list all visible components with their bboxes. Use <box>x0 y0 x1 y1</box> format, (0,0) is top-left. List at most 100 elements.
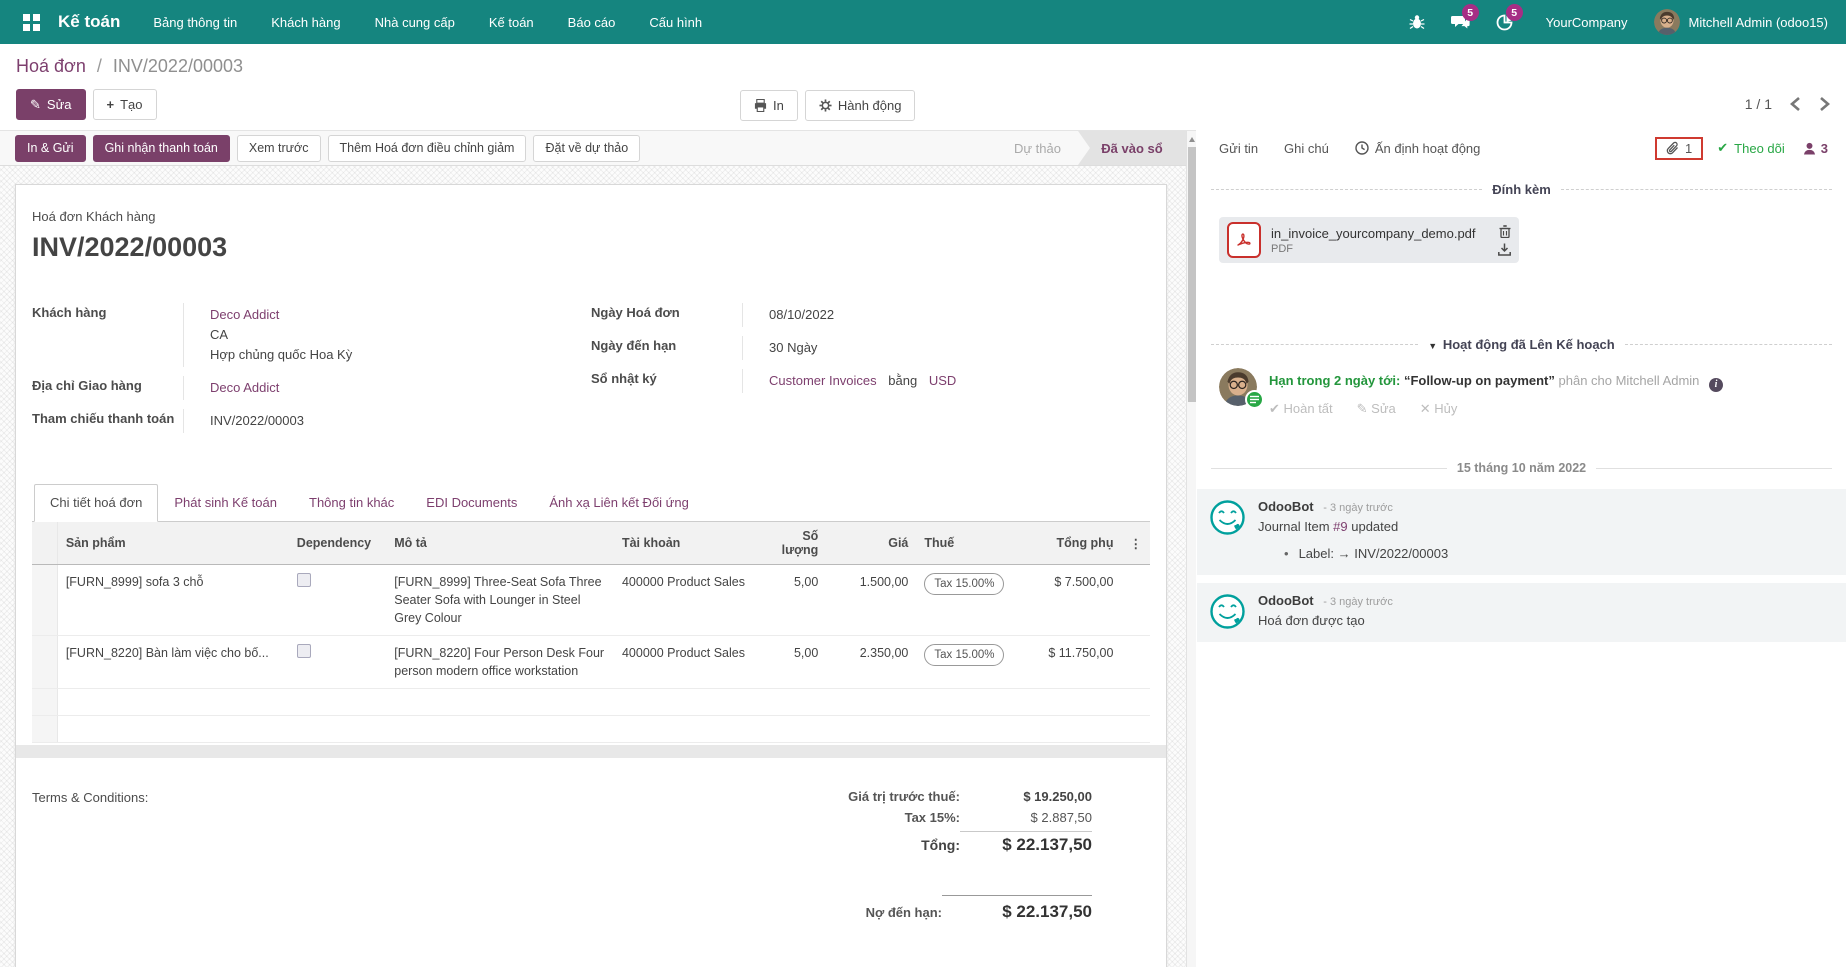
row-handle[interactable] <box>32 565 57 636</box>
pager-next-button[interactable] <box>1819 97 1830 111</box>
nav-item-accounting[interactable]: Kế toán <box>474 0 549 44</box>
date-separator: 15 tháng 10 năm 2022 <box>1197 461 1846 475</box>
user-menu[interactable]: Mitchell Admin (odoo15) <box>1650 9 1832 35</box>
check-icon: ✔ <box>1717 140 1728 156</box>
nav-item-customers[interactable]: Khách hàng <box>256 0 355 44</box>
pager: 1 / 1 <box>1745 96 1830 112</box>
activity-edit-button[interactable]: ✎ Sửa <box>1357 401 1396 417</box>
tax-column-header[interactable]: Thuế <box>916 522 1027 565</box>
subtotal-column-header[interactable]: Tổng phụ <box>1027 522 1121 565</box>
debug-button[interactable] <box>1398 0 1436 44</box>
message-body: Journal Item #9 updated <box>1258 519 1448 534</box>
journal-link[interactable]: Customer Invoices <box>769 373 877 388</box>
download-attachment-button[interactable] <box>1498 243 1511 256</box>
pager-previous-button[interactable] <box>1790 97 1801 111</box>
activities-button[interactable]: 5 <box>1486 0 1524 44</box>
app-brand[interactable]: Kế toán <box>52 12 134 32</box>
add-credit-note-button[interactable]: Thêm Hoá đơn điều chỉnh giảm <box>328 135 527 162</box>
account-column-header[interactable]: Tài khoản <box>614 522 758 565</box>
totals-block: Giá trị trước thuế: $ 19.250,00 Tax 15%:… <box>692 786 1092 925</box>
description-column-header[interactable]: Mô tả <box>386 522 614 565</box>
stage-posted[interactable]: Đã vào sổ <box>1078 131 1186 165</box>
activity-cancel-button[interactable]: ✕ Hủy <box>1420 401 1458 417</box>
chevron-left-icon <box>1790 97 1801 111</box>
customer-link[interactable]: Deco Addict <box>210 307 279 322</box>
cell-account: 400000 Product Sales <box>614 565 758 636</box>
stage-draft[interactable]: Dự thảo <box>1004 131 1071 165</box>
table-row[interactable]: [FURN_8999] sofa 3 chỗ [FURN_8999] Three… <box>32 565 1150 636</box>
activity-done-button[interactable]: ✔ Hoàn tất <box>1269 401 1333 417</box>
nav-item-dashboard[interactable]: Bảng thông tin <box>138 0 252 44</box>
tab-counterpart-mapping[interactable]: Ánh xạ Liên kết Đối ứng <box>533 484 705 521</box>
activity-due: Hạn trong 2 ngày tới: <box>1269 373 1400 388</box>
empty-table-row <box>32 716 1150 743</box>
product-column-header[interactable]: Sản phẩm <box>57 522 288 565</box>
scrollbar-up-arrow[interactable] <box>1188 136 1196 144</box>
optional-columns-button[interactable]: ⋮ <box>1121 522 1150 565</box>
company-switcher[interactable]: YourCompany <box>1530 15 1644 30</box>
dependency-column-header[interactable]: Dependency <box>289 522 386 565</box>
tab-other-info[interactable]: Thông tin khác <box>293 484 410 521</box>
register-payment-button[interactable]: Ghi nhận thanh toán <box>93 135 230 162</box>
nav-item-vendors[interactable]: Nhà cung cấp <box>360 0 470 44</box>
follow-button[interactable]: ✔ Theo dõi <box>1717 140 1785 156</box>
attachment-card[interactable]: in_invoice_yourcompany_demo.pdf PDF <box>1219 217 1519 263</box>
send-and-print-button[interactable]: In & Gửi <box>15 135 86 162</box>
messages-button[interactable]: 5 <box>1442 0 1480 44</box>
planned-activities-title[interactable]: ▼ Hoạt động đã Lên Kế hoạch <box>1428 337 1614 352</box>
dependency-checkbox[interactable] <box>297 573 311 587</box>
dependency-checkbox[interactable] <box>297 644 311 658</box>
action-menu-button[interactable]: Hành động <box>805 90 916 121</box>
cell-description: [FURN_8220] Four Person Desk Four person… <box>386 636 614 689</box>
edit-button[interactable]: ✎ Sửa <box>16 89 86 120</box>
row-handle[interactable] <box>32 636 57 689</box>
tab-edi-documents[interactable]: EDI Documents <box>410 484 533 521</box>
tax-tag: Tax 15.00% <box>924 573 1004 595</box>
followers-button[interactable]: 3 <box>1803 141 1828 156</box>
attachments-title[interactable]: Đính kèm <box>1492 182 1551 197</box>
log-note-button[interactable]: Ghi chú <box>1284 141 1329 156</box>
cell-subtotal: $ 11.750,00 <box>1027 636 1121 689</box>
info-icon[interactable]: i <box>1709 378 1723 392</box>
activity-assignee: phân cho Mitchell Admin <box>1559 373 1700 388</box>
delete-attachment-button[interactable] <box>1499 225 1511 238</box>
preview-button[interactable]: Xem trước <box>237 135 321 162</box>
cell-quantity: 5,00 <box>758 565 827 636</box>
delivery-address-link[interactable]: Deco Addict <box>210 380 279 395</box>
due-date-label: Ngày đến hạn <box>591 336 743 360</box>
schedule-activity-button[interactable]: Ấn định hoạt động <box>1355 141 1481 156</box>
price-column-header[interactable]: Giá <box>826 522 916 565</box>
scrollbar-thumb[interactable] <box>1188 147 1196 402</box>
vertical-scrollbar[interactable] <box>1186 131 1196 967</box>
cell-price: 1.500,00 <box>826 565 916 636</box>
reset-to-draft-button[interactable]: Đặt về dự thảo <box>533 135 640 162</box>
chatter-panel: Gửi tin Ghi chú Ấn định hoạt động 1 ✔ Th… <box>1197 130 1846 967</box>
table-row[interactable]: [FURN_8220] Bàn làm việc cho bố... [FURN… <box>32 636 1150 689</box>
journal-currency-link[interactable]: USD <box>929 373 956 388</box>
list-icon <box>1250 395 1259 404</box>
nav-item-settings[interactable]: Cấu hình <box>634 0 717 44</box>
breadcrumb-current: INV/2022/00003 <box>113 56 243 76</box>
untaxed-amount-label: Giá trị trước thuế: <box>848 789 960 804</box>
customer-value: Deco Addict CA Hợp chủng quốc Hoa Kỳ <box>184 303 352 367</box>
attachment-filename[interactable]: in_invoice_yourcompany_demo.pdf <box>1271 226 1488 241</box>
attachment-actions <box>1498 225 1511 256</box>
message-author[interactable]: OdooBot <box>1258 593 1314 608</box>
attachments-button-highlighted[interactable]: 1 <box>1655 137 1703 160</box>
breadcrumb-parent[interactable]: Hoá đơn <box>16 56 86 76</box>
quantity-column-header[interactable]: Số lượng <box>758 522 827 565</box>
tab-invoice-lines[interactable]: Chi tiết hoá đơn <box>34 484 158 522</box>
journal-item-link[interactable]: #9 <box>1333 519 1347 534</box>
apps-menu-button[interactable] <box>14 5 48 39</box>
terms-label[interactable]: Terms & Conditions: <box>32 786 692 925</box>
tab-journal-items[interactable]: Phát sinh Kế toán <box>158 484 293 521</box>
chatter-toolbar: Gửi tin Ghi chú Ấn định hoạt động 1 ✔ Th… <box>1197 130 1846 166</box>
download-icon <box>1498 243 1511 256</box>
print-button[interactable]: In <box>740 90 798 121</box>
send-message-button[interactable]: Gửi tin <box>1219 141 1258 156</box>
message-author[interactable]: OdooBot <box>1258 499 1314 514</box>
create-button[interactable]: + Tạo <box>93 89 157 120</box>
activity-content: Hạn trong 2 ngày tới: “Follow-up on paym… <box>1269 368 1723 417</box>
nav-item-reports[interactable]: Báo cáo <box>553 0 631 44</box>
cell-product: [FURN_8220] Bàn làm việc cho bố... <box>57 636 288 689</box>
